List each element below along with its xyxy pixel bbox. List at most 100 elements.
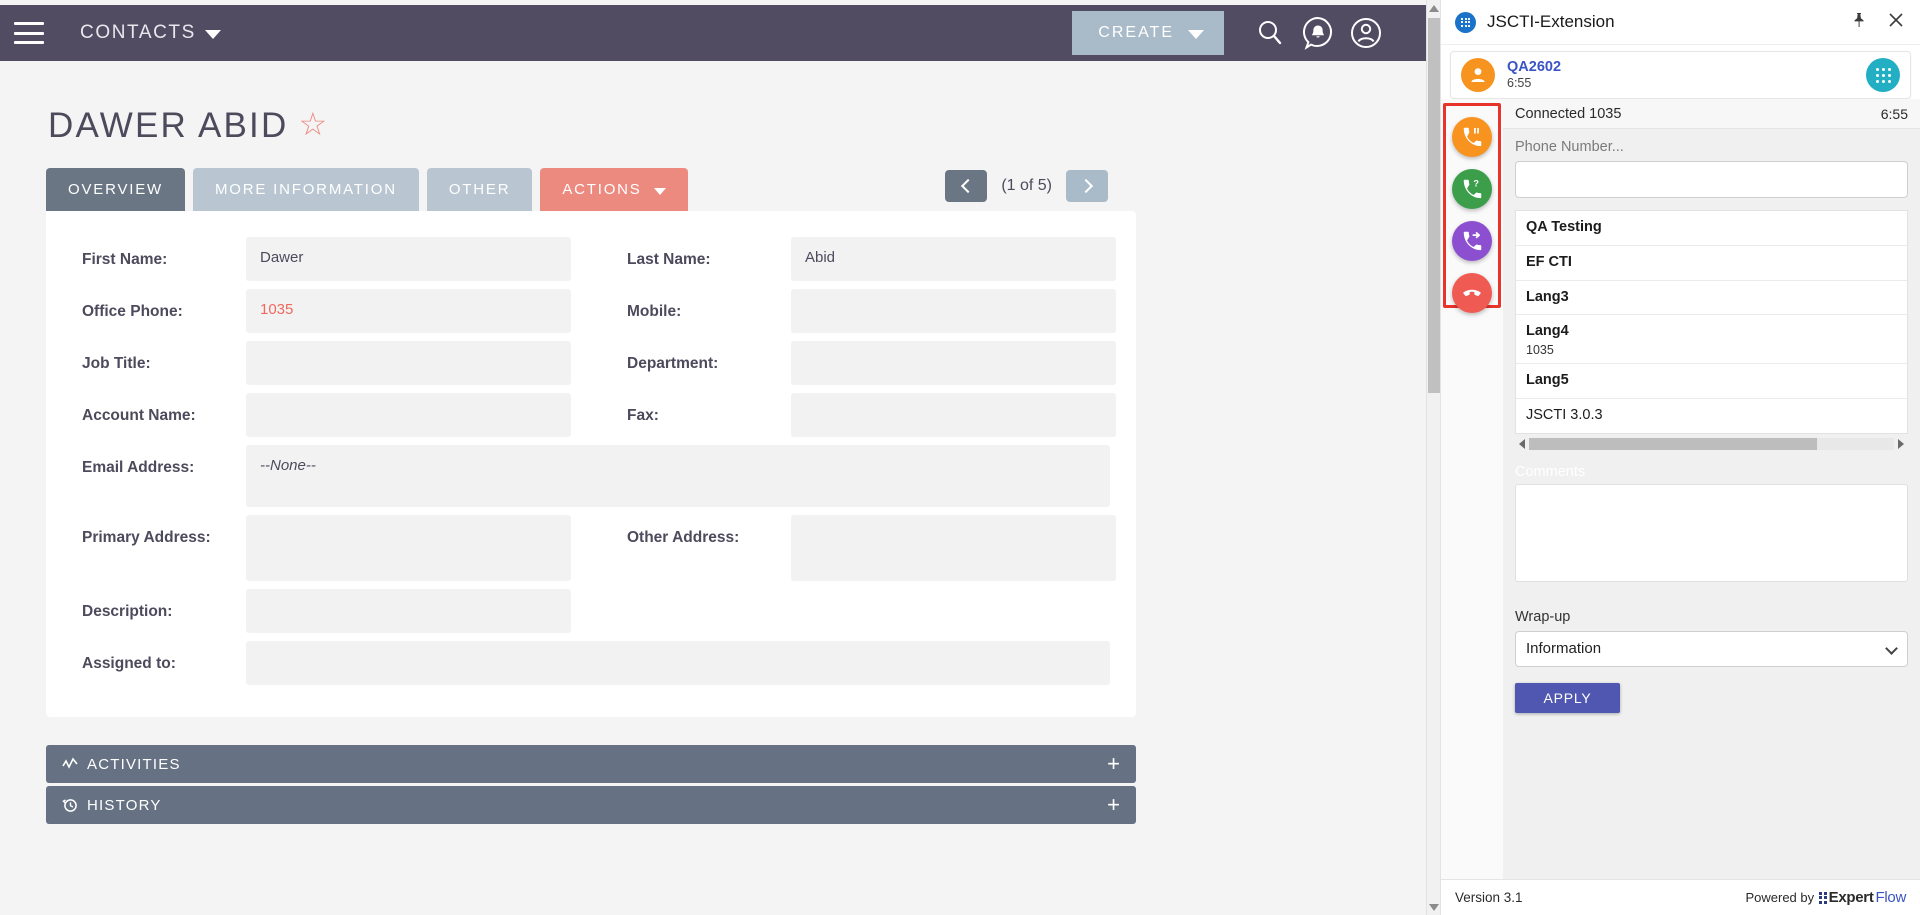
description-value[interactable] — [246, 589, 571, 633]
last-name-value[interactable]: Abid — [791, 237, 1116, 281]
phone-question-icon: ? — [1463, 178, 1482, 199]
phone-number-input[interactable] — [1515, 161, 1908, 198]
field-mobile: Mobile: — [591, 285, 1136, 337]
notification-bell-icon[interactable] — [1294, 9, 1342, 57]
list-item[interactable]: QA Testing — [1516, 211, 1907, 246]
hamburger-menu-icon[interactable] — [14, 22, 44, 44]
navbar-actions: CREATE — [1072, 9, 1430, 57]
directory-entry-name: Lang5 — [1526, 372, 1569, 388]
field-account-name: Account Name: — [46, 389, 591, 441]
agent-name[interactable]: QA2602 — [1507, 59, 1561, 76]
comments-textarea[interactable] — [1515, 483, 1908, 582]
phone-number-section: Phone Number... — [1503, 129, 1920, 198]
scrollbar-thumb[interactable] — [1529, 437, 1818, 450]
close-icon[interactable] — [1888, 12, 1904, 33]
tab-bar: OVERVIEW MORE INFORMATION OTHER ACTIONS … — [46, 168, 1426, 211]
primary-address-value[interactable] — [246, 515, 571, 581]
office-phone-value[interactable]: 1035 — [246, 289, 571, 333]
tab-overview-label: OVERVIEW — [68, 181, 163, 198]
field-office-phone: Office Phone: 1035 — [46, 285, 591, 337]
pager-label: (1 of 5) — [1001, 177, 1052, 194]
account-name-value[interactable] — [246, 393, 571, 437]
other-address-value[interactable] — [791, 515, 1116, 581]
scroll-up-button[interactable] — [1427, 0, 1440, 16]
scroll-track[interactable] — [1529, 437, 1894, 450]
field-row-description: Description: — [46, 585, 1136, 637]
accordion-activities[interactable]: ACTIVITIES + — [46, 745, 1136, 783]
comments-label: Comments — [1515, 463, 1586, 480]
previous-record-button[interactable] — [945, 170, 988, 202]
end-call-button[interactable] — [1452, 273, 1492, 313]
list-item[interactable]: JSCTI 3.0.3 — [1516, 399, 1907, 433]
list-item[interactable]: Lang4 1035 — [1516, 315, 1907, 364]
list-item[interactable]: EF CTI — [1516, 246, 1907, 281]
chevron-down-icon — [653, 187, 666, 195]
brand-expert: Expert — [1828, 889, 1874, 906]
tab-other-label: OTHER — [448, 181, 511, 198]
assigned-to-value[interactable] — [246, 641, 1110, 685]
consult-call-button[interactable]: ? — [1452, 169, 1492, 209]
star-icon[interactable]: ☆ — [298, 108, 329, 140]
field-description: Description: — [46, 585, 591, 637]
field-primary-address: Primary Address: — [46, 511, 591, 585]
tab-other[interactable]: OTHER — [426, 168, 533, 211]
tab-more-information[interactable]: MORE INFORMATION — [192, 168, 419, 211]
scroll-left-button[interactable] — [1515, 438, 1529, 449]
dialpad-icon[interactable] — [1866, 58, 1900, 92]
email-value[interactable]: --None-- — [246, 445, 1110, 507]
page-scrollbar[interactable] — [1426, 0, 1440, 915]
transfer-call-button[interactable] — [1452, 221, 1492, 261]
directory-entry-name: EF CTI — [1526, 253, 1572, 270]
scroll-right-button[interactable] — [1894, 438, 1908, 449]
related-panels: ACTIVITIES + HISTORY + — [46, 745, 1136, 824]
scrollbar-thumb[interactable] — [1428, 18, 1440, 393]
job-title-value[interactable] — [246, 341, 571, 385]
hold-call-button[interactable] — [1452, 117, 1492, 157]
page-title: DAWER ABID ☆ — [48, 106, 1426, 146]
search-icon[interactable] — [1246, 9, 1294, 57]
first-name-value[interactable]: Dawer — [246, 237, 571, 281]
list-item[interactable]: Lang5 — [1516, 364, 1907, 399]
directory-horizontal-scrollbar[interactable] — [1515, 435, 1908, 452]
department-value[interactable] — [791, 341, 1116, 385]
field-assigned-to: Assigned to: — [46, 637, 1136, 689]
powered-by: Powered by Expert Flow — [1745, 889, 1906, 906]
call-status-timer: 6:55 — [1880, 105, 1908, 122]
contact-name: DAWER ABID — [48, 106, 289, 145]
fax-value[interactable] — [791, 393, 1116, 437]
logo-dots-icon — [1819, 891, 1827, 904]
expand-history-icon[interactable]: + — [1107, 794, 1120, 816]
create-button[interactable]: CREATE — [1072, 11, 1224, 55]
chevron-left-icon — [960, 178, 975, 194]
field-row-job: Job Title: Department: — [46, 337, 1136, 389]
pin-icon[interactable] — [1852, 12, 1866, 33]
accordion-history[interactable]: HISTORY + — [46, 786, 1136, 824]
call-status-bar: Connected 1035 6:55 — [1503, 99, 1920, 129]
wrapup-select[interactable]: Information — [1515, 630, 1908, 667]
chevron-down-icon — [204, 30, 221, 39]
tab-actions-label: ACTIONS — [562, 181, 642, 198]
user-profile-icon[interactable] — [1342, 9, 1390, 57]
phone-forward-icon — [1463, 231, 1482, 251]
mobile-value[interactable] — [791, 289, 1116, 333]
field-row-account: Account Name: Fax: — [46, 389, 1136, 441]
powered-by-label: Powered by — [1745, 890, 1815, 905]
directory-entry-name: QA Testing — [1526, 219, 1602, 235]
directory-entry-extension: 1035 — [1526, 343, 1554, 357]
module-selector[interactable]: CONTACTS — [80, 22, 221, 44]
expand-activities-icon[interactable]: + — [1107, 753, 1120, 775]
chevron-right-icon — [1078, 178, 1093, 194]
arrow-up-icon — [1429, 4, 1439, 12]
scroll-down-button[interactable] — [1427, 899, 1440, 915]
list-item[interactable]: Lang3 — [1516, 281, 1907, 316]
cti-main-column: Connected 1035 6:55 Phone Number... QA T… — [1503, 99, 1920, 879]
user-avatar-icon — [1461, 58, 1495, 92]
brand-flow: Flow — [1875, 889, 1907, 906]
apply-button[interactable]: APPLY — [1515, 682, 1620, 713]
field-department: Department: — [591, 337, 1136, 389]
directory-entry-name: Lang4 — [1526, 323, 1569, 340]
tab-actions[interactable]: ACTIONS — [540, 168, 688, 211]
directory-list: QA Testing EF CTI Lang3 Lang4 1035 Lang5 — [1515, 210, 1908, 434]
tab-overview[interactable]: OVERVIEW — [46, 168, 185, 211]
next-record-button[interactable] — [1066, 170, 1108, 202]
